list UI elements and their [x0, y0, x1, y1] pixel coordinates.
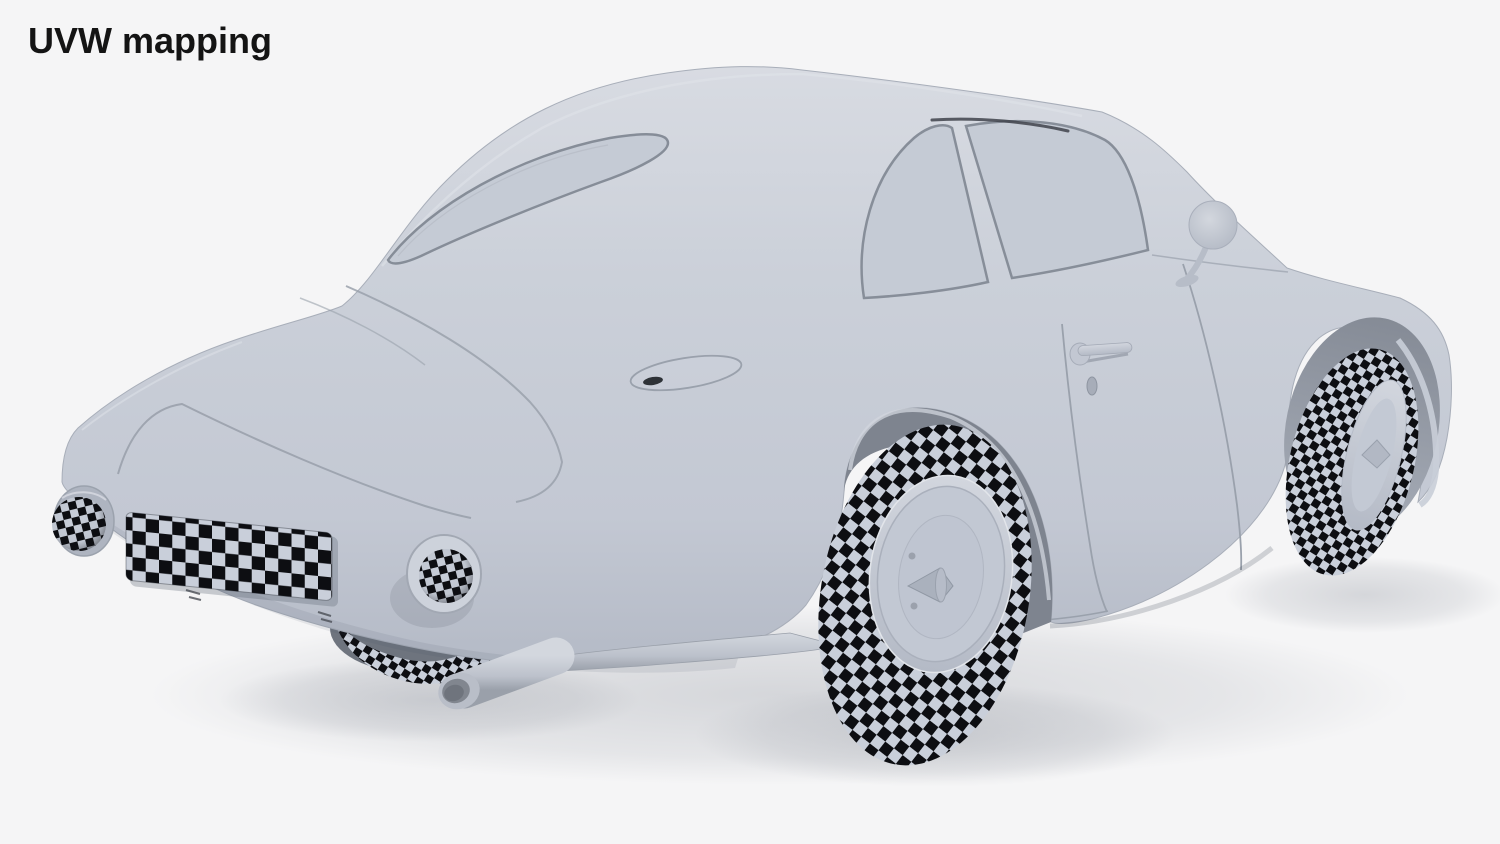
tail-light-sphere	[52, 485, 115, 557]
hub-dot-top	[908, 552, 916, 560]
hub-dot-bottom	[910, 602, 918, 610]
page-title: UVW mapping	[28, 20, 272, 61]
render-canvas: UVW mapping	[0, 0, 1500, 844]
car-render-svg	[52, 66, 1500, 787]
door-keyhole	[1086, 376, 1098, 396]
mirror-head	[1188, 200, 1238, 250]
hub-spinner-fin	[935, 567, 947, 603]
